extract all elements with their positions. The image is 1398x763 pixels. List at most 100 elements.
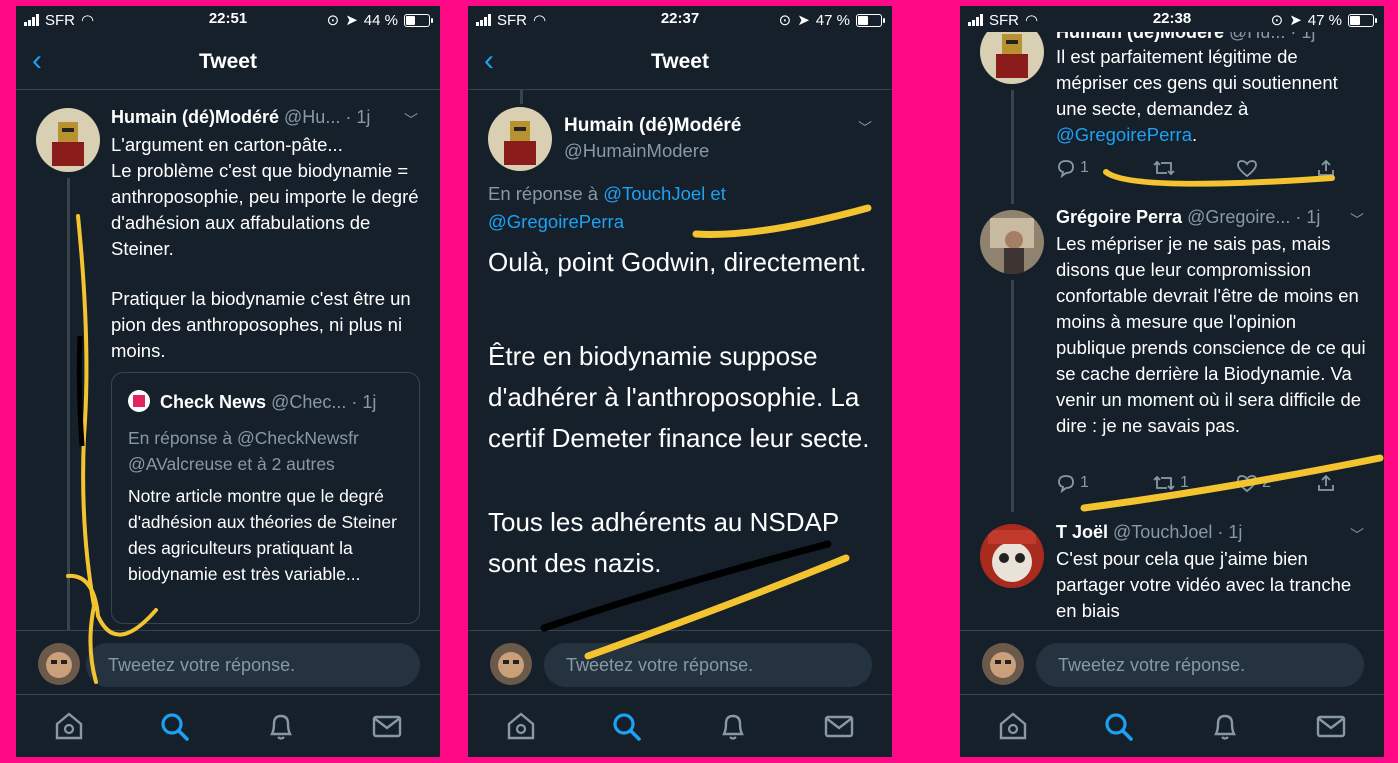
reply-input[interactable]: Tweetez votre réponse. [544,643,872,687]
tweet-text: L'argument en carton-pâte... Le problème… [111,134,419,259]
share-button[interactable] [1316,158,1336,178]
reply-count: 1 [1080,159,1089,176]
nav-bar: ‹ Tweet [468,32,892,90]
author-handle: @TouchJoel [1113,522,1213,542]
retweet-icon [1153,475,1175,491]
avatar[interactable] [980,210,1044,274]
quote-header: Check News @Chec... · 1j [160,392,415,413]
status-bar: SFR ◠ 22:51 ⊙ ➤ 44 % [16,6,440,32]
tweet-header: Humain (dé)Modéré @Hu... · 1j [111,107,421,128]
screenshot-panel-2: SFR ◠ 22:37 ⊙ ➤ 47 % ‹ Tweet Humain (dé)Mod… [468,6,892,757]
tweet-body: Il est parfaitement légitime de mépriser… [1056,46,1338,119]
tab-bar [16,694,440,757]
share-icon [1318,159,1334,176]
retweet-button[interactable]: 1 [1152,473,1236,493]
reply-input[interactable]: Tweetez votre réponse. [1036,643,1364,687]
nav-bar: ‹ Tweet [16,32,440,90]
reply-input[interactable]: Tweetez votre réponse. [86,643,420,687]
reply-prefix: En réponse à [488,183,599,204]
tweet-actions: 1 [1056,158,1336,178]
avatar [38,643,80,685]
reply-context: En réponse à @TouchJoel et @GregoirePerr… [488,180,878,236]
author-handle: @HumainModere [564,140,710,161]
bell-icon[interactable] [1208,709,1242,743]
bell-icon[interactable] [264,709,298,743]
mention-link[interactable]: @TouchJoel et [603,183,726,204]
tweet-text-3: Tous les adhérents au NSDAP sont des naz… [488,507,839,578]
retweet-button[interactable] [1152,158,1236,178]
author-handle: @Gregoire... [1187,207,1291,227]
tweet-text-2: Pratiquer la biodynamie c'est être un pi… [111,288,411,361]
quote-time: · 1j [351,392,377,412]
location-icon: ➤ [797,12,810,29]
chevron-down-icon[interactable]: ﹀ [1350,525,1364,545]
mention-link[interactable]: @GregoirePerra [1056,124,1192,145]
chevron-down-icon[interactable]: ﹀ [1350,210,1364,230]
tab-bar [960,694,1384,757]
search-icon[interactable] [609,709,643,743]
screenshot-panel-3: Humain (dé)Modéré @Hu... · 1j Il est par… [960,6,1384,757]
tweet-header: T Joël @TouchJoel · 1j [1056,522,1356,543]
reply-bar: Tweetez votre réponse. [960,630,1384,694]
like-button[interactable] [1236,158,1316,178]
search-icon[interactable] [157,709,191,743]
like-button[interactable]: 2 [1236,473,1316,493]
chevron-down-icon[interactable]: ﹀ [404,110,418,130]
quoted-tweet[interactable]: Check News @Chec... · 1j En réponse à @C… [111,372,420,624]
bell-icon[interactable] [716,709,750,743]
reply-icon [1058,475,1074,493]
like-icon [1237,475,1257,493]
tweet-time: · 1j [1217,522,1243,542]
chevron-down-icon[interactable]: ﹀ [858,118,872,138]
author-name[interactable]: Humain (dé)Modéré [564,115,741,137]
author-name[interactable]: T Joël [1056,522,1108,542]
search-icon[interactable] [1101,709,1135,743]
thread-line [1011,280,1014,512]
tweet-punct: . [1192,124,1198,145]
page-title: Tweet [199,50,257,73]
author-name[interactable]: Humain (dé)Modéré [111,107,279,127]
tweet-text: Les mépriser je ne sais pas, mais disons… [1056,233,1366,436]
avatar [128,390,150,412]
quote-author-name: Check News [160,392,267,412]
home-icon[interactable] [504,709,538,743]
retweet-count: 1 [1180,474,1189,491]
mail-icon[interactable] [822,709,856,743]
home-icon[interactable] [52,709,86,743]
thread-line [1011,90,1014,204]
tweet-actions: 1 1 2 [1056,473,1336,493]
share-button[interactable] [1316,473,1336,493]
reply-bar: Tweetez votre réponse. [468,630,892,694]
tweet-header: Grégoire Perra @Gregoire... · 1j [1056,207,1356,228]
reply-icon [1058,160,1074,178]
battery-icon [1348,13,1377,27]
author-handle: @Hu... [284,107,341,127]
lock-rotation-icon: ⊙ [1270,12,1284,29]
avatar[interactable] [36,108,100,172]
thread-line [67,178,70,630]
battery-percent: 47 % [1307,11,1342,29]
avatar[interactable] [980,524,1044,588]
home-icon[interactable] [996,709,1030,743]
quote-reply-context: En réponse à @CheckNewsfr @AValcreuse et… [128,425,359,477]
avatar[interactable] [488,107,552,171]
mail-icon[interactable] [1314,709,1348,743]
reply-button[interactable]: 1 [1056,473,1152,493]
tweet-text-2: Être en biodynamie suppose d'adhérer à l… [488,341,870,453]
avatar [490,643,532,685]
battery-percent: 44 % [363,11,398,29]
like-count: 2 [1262,474,1271,491]
mention-link[interactable]: @GregoirePerra [488,211,624,232]
mail-icon[interactable] [370,709,404,743]
tweet-time: · 1j [1295,207,1321,227]
location-icon: ➤ [1289,12,1302,29]
reply-context-line-2: @AValcreuse et à 2 autres [128,454,335,474]
author-name[interactable]: Grégoire Perra [1056,207,1182,227]
thread-line [520,90,523,104]
status-bar: SFR ◠ 22:37 ⊙ ➤ 47 % [468,6,892,32]
avatar [982,643,1024,685]
quote-text: Notre article montre que le degré d'adhé… [128,486,397,584]
reply-button[interactable]: 1 [1056,158,1152,178]
quote-author-handle: @Chec... [271,392,347,412]
screenshot-panel-1: SFR ◠ 22:51 ⊙ ➤ 44 % ‹ Tweet Humain (dé)Mod… [16,6,440,757]
